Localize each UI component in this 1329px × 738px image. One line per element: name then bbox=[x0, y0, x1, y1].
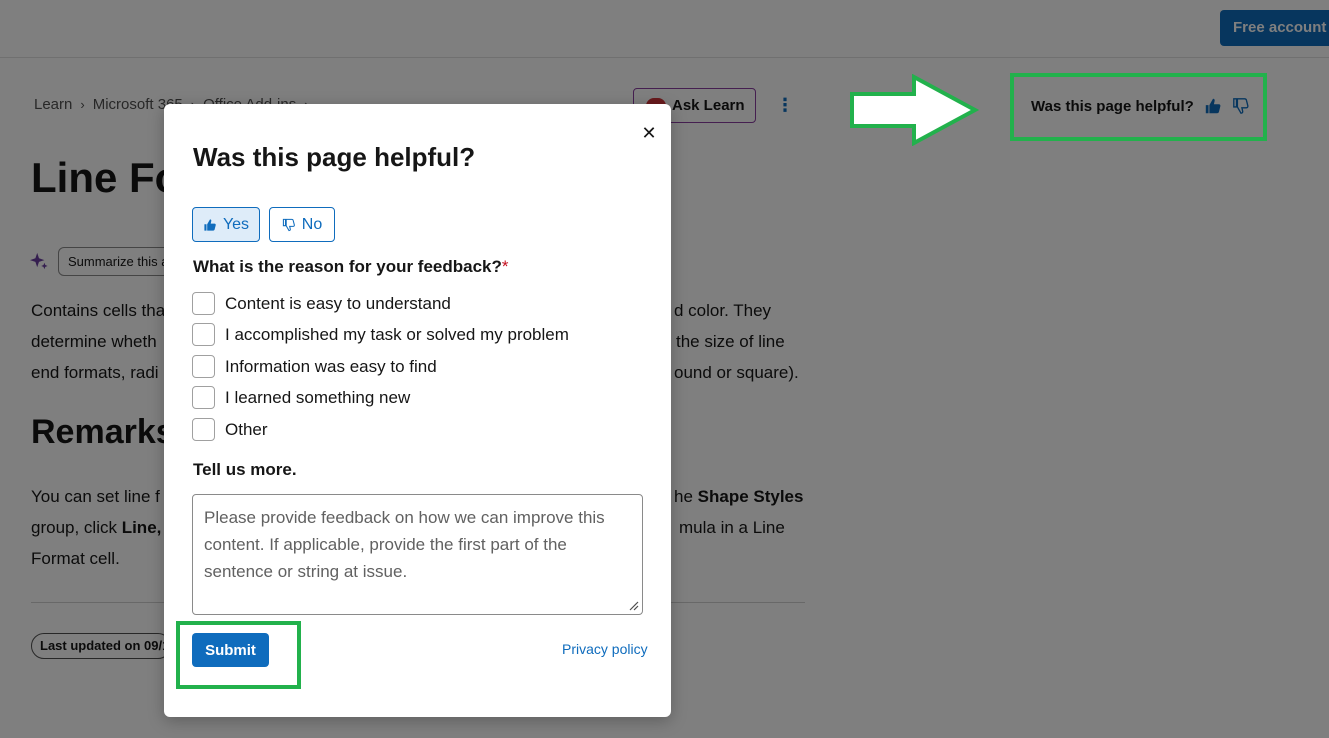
reason-label: What is the reason for your feedback?* bbox=[193, 257, 509, 277]
close-icon[interactable]: ✕ bbox=[638, 122, 660, 144]
required-marker: * bbox=[501, 257, 509, 276]
yes-label: Yes bbox=[222, 215, 250, 233]
checkbox[interactable] bbox=[192, 323, 215, 346]
no-label: No bbox=[301, 215, 323, 233]
option-accomplished-task[interactable]: I accomplished my task or solved my prob… bbox=[192, 323, 569, 346]
checkbox[interactable] bbox=[192, 292, 215, 315]
option-easy-to-find[interactable]: Information was easy to find bbox=[192, 355, 437, 378]
option-label: I learned something new bbox=[225, 387, 411, 407]
yes-button[interactable]: Yes bbox=[192, 207, 260, 242]
thumbs-up-icon bbox=[204, 218, 216, 231]
checkbox[interactable] bbox=[192, 386, 215, 409]
annotation-box-helpful-widget bbox=[1010, 73, 1267, 141]
no-button[interactable]: No bbox=[269, 207, 335, 242]
option-easy-to-understand[interactable]: Content is easy to understand bbox=[192, 292, 451, 315]
resize-grip-icon[interactable] bbox=[629, 601, 639, 611]
checkbox[interactable] bbox=[192, 355, 215, 378]
dialog-title: Was this page helpful? bbox=[193, 142, 476, 172]
checkbox[interactable] bbox=[192, 418, 215, 441]
option-label: Other bbox=[225, 419, 268, 439]
feedback-textarea[interactable] bbox=[192, 494, 643, 615]
privacy-policy-link[interactable]: Privacy policy bbox=[562, 641, 648, 657]
option-label: Content is easy to understand bbox=[225, 293, 451, 313]
thumbs-down-icon bbox=[282, 218, 295, 231]
annotation-box-submit bbox=[176, 621, 301, 689]
option-other[interactable]: Other bbox=[192, 418, 268, 441]
annotation-arrow-icon bbox=[850, 74, 980, 146]
tell-more-label: Tell us more. bbox=[193, 460, 297, 479]
option-label: I accomplished my task or solved my prob… bbox=[225, 324, 569, 344]
reason-label-text: What is the reason for your feedback? bbox=[193, 257, 502, 276]
option-learned-something-new[interactable]: I learned something new bbox=[192, 386, 410, 409]
option-label: Information was easy to find bbox=[225, 356, 437, 376]
